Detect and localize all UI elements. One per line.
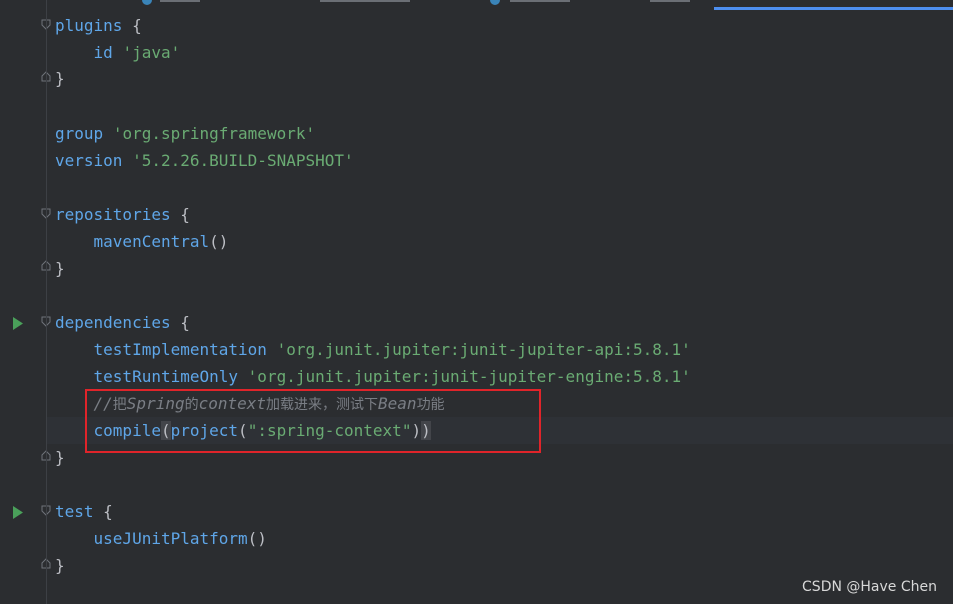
code-line[interactable]: id 'java' — [55, 39, 181, 66]
punctuation: { — [170, 205, 190, 224]
code-line[interactable]: useJUnitPlatform() — [55, 525, 267, 552]
active-tab-indicator[interactable] — [714, 7, 953, 10]
keyword: test — [55, 502, 94, 521]
string-literal: '5.2.26.BUILD-SNAPSHOT' — [132, 151, 354, 170]
string-literal: 'java' — [122, 43, 181, 62]
keyword: testRuntimeOnly — [93, 367, 239, 386]
punctuation: } — [55, 69, 65, 88]
tab-strip — [0, 0, 953, 10]
keyword: testImplementation — [93, 340, 267, 359]
punctuation: { — [122, 16, 142, 35]
tab-title-fragment[interactable] — [320, 0, 410, 2]
string-literal: 'org.junit.jupiter:junit-jupiter-api:5.8… — [276, 340, 691, 359]
punctuation: } — [55, 259, 65, 278]
keyword: plugins — [55, 16, 123, 35]
code-line[interactable]: } — [55, 255, 65, 282]
punctuation: () — [209, 232, 229, 251]
string-literal: 'org.junit.jupiter:junit-jupiter-engine:… — [247, 367, 691, 386]
code-line[interactable]: group 'org.springframework' — [55, 120, 315, 147]
code-line[interactable]: } — [55, 444, 65, 471]
file-icon — [490, 0, 500, 5]
punctuation: { — [93, 502, 113, 521]
keyword: group — [55, 124, 104, 143]
code-line[interactable]: repositories { — [55, 201, 190, 228]
tab-title-fragment[interactable] — [510, 0, 570, 2]
string-literal: 'org.springframework' — [112, 124, 316, 143]
function-call: useJUnitPlatform — [93, 529, 248, 548]
annotation-highlight-box — [85, 389, 541, 453]
keyword: dependencies — [55, 313, 171, 332]
punctuation: } — [55, 556, 65, 575]
code-line[interactable]: } — [55, 552, 65, 579]
code-line[interactable]: plugins { — [55, 12, 142, 39]
editor-gutter — [0, 0, 51, 604]
run-icon[interactable] — [12, 504, 24, 519]
file-icon — [142, 0, 152, 5]
code-line[interactable]: } — [55, 65, 65, 92]
keyword: id — [93, 43, 113, 62]
tab-title-fragment[interactable] — [650, 0, 690, 2]
run-icon[interactable] — [12, 315, 24, 330]
code-line[interactable]: mavenCentral() — [55, 228, 229, 255]
punctuation: } — [55, 448, 65, 467]
punctuation: { — [170, 313, 190, 332]
keyword: version — [55, 151, 123, 170]
code-line[interactable]: dependencies { — [55, 309, 190, 336]
code-line[interactable]: test { — [55, 498, 113, 525]
code-line[interactable]: testImplementation 'org.junit.jupiter:ju… — [55, 336, 691, 363]
tab-title-fragment[interactable] — [160, 0, 200, 2]
watermark: CSDN @Have Chen — [802, 579, 937, 595]
keyword: repositories — [55, 205, 171, 224]
gutter-separator — [46, 0, 47, 604]
punctuation: () — [247, 529, 267, 548]
function-call: mavenCentral — [93, 232, 210, 251]
code-line[interactable]: testRuntimeOnly 'org.junit.jupiter:junit… — [55, 363, 691, 390]
code-line[interactable]: version '5.2.26.BUILD-SNAPSHOT' — [55, 147, 354, 174]
editor-window: plugins { id 'java' } group 'org.springf… — [0, 0, 953, 604]
